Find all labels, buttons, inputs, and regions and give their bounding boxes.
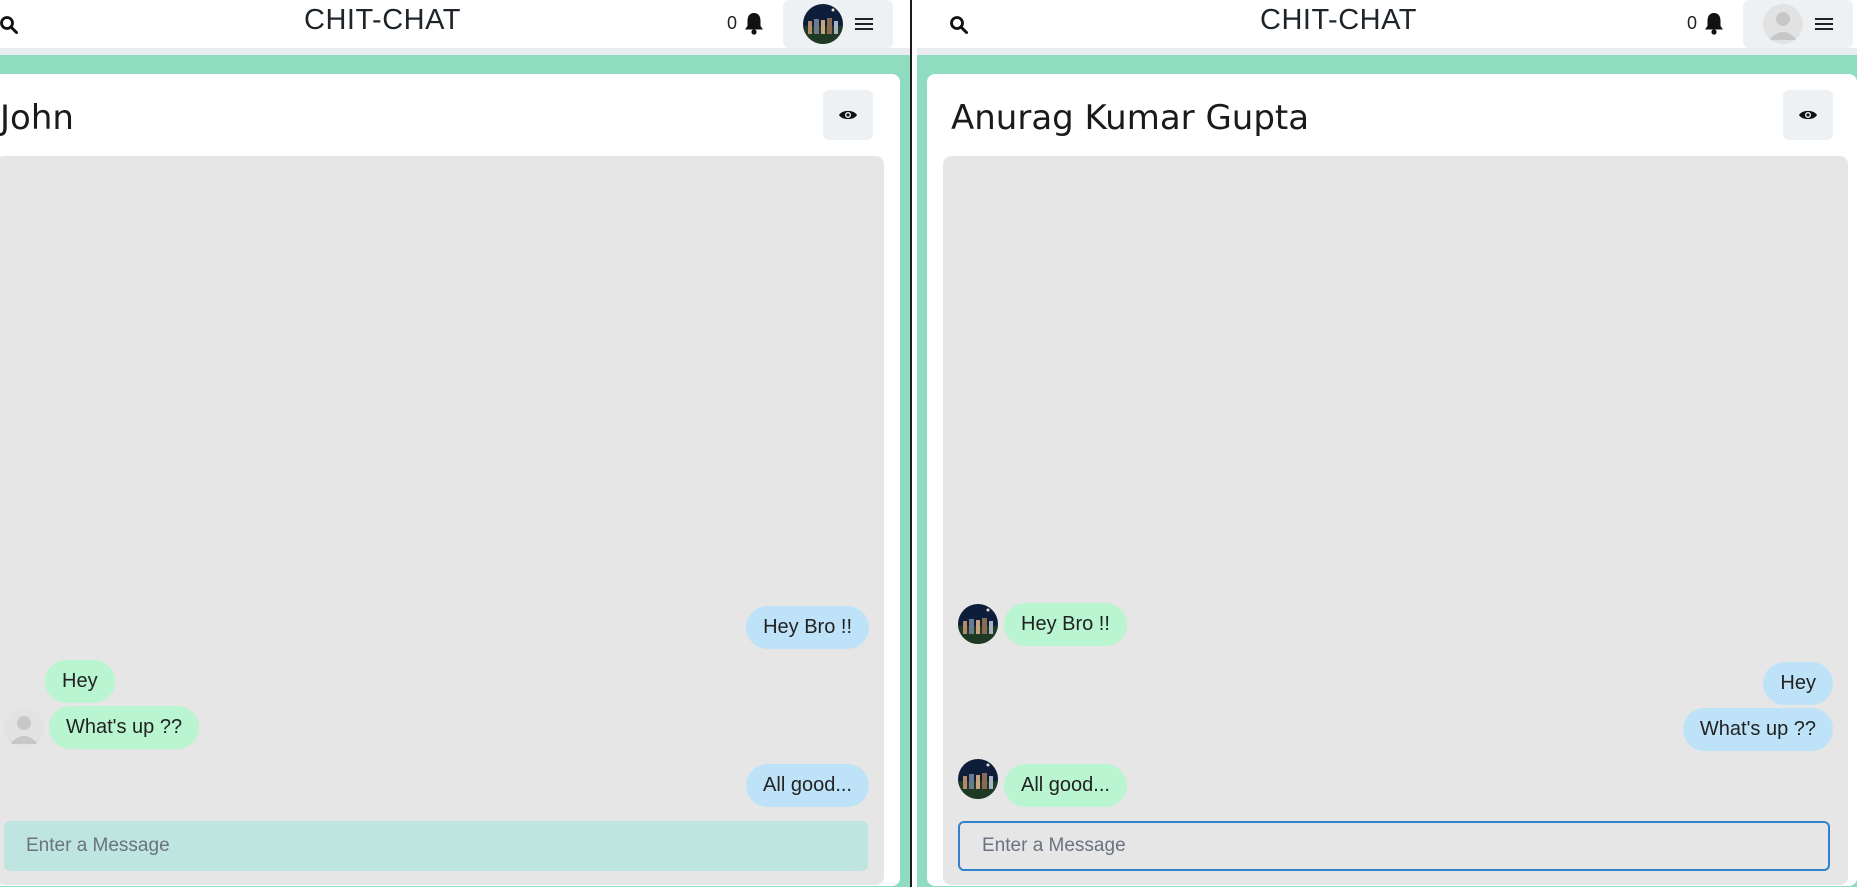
default-user-avatar [4,708,44,748]
message-bubble: What's up ?? [1682,708,1833,751]
top-navbar: CHIT-CHAT 0 [917,0,1857,55]
hamburger-icon [1815,18,1833,30]
message-input[interactable]: Enter a Message [958,821,1830,871]
message-bubble: Hey [1763,662,1833,705]
notification-button[interactable]: 0 [727,8,765,38]
right-chat-window: CHIT-CHAT 0 Anurag Kumar Gupta Hey Bro !… [917,0,1857,887]
view-profile-button[interactable] [1783,90,1833,140]
message-list: Hey Bro !! Hey What's up ?? All good... … [0,156,884,885]
app-title: CHIT-CHAT [1260,4,1418,36]
user-photo-avatar [958,759,998,799]
chat-title: Anurag Kumar Gupta [951,98,1310,138]
profile-menu-button[interactable] [783,0,893,48]
bell-icon [1705,13,1724,35]
bell-icon [745,13,764,35]
eye-icon [839,110,857,120]
message-bubble: Hey Bro !! [746,606,869,649]
app-title: CHIT-CHAT [304,4,462,36]
user-photo-avatar [803,4,843,44]
search-icon [0,16,18,34]
hamburger-icon [855,18,873,30]
search-icon [950,16,968,34]
notification-button[interactable]: 0 [1687,8,1725,38]
chat-card: Anurag Kumar Gupta Hey Bro !! Hey What's… [927,74,1857,886]
chat-card: John Hey Bro !! Hey What's up ?? All goo… [0,74,900,886]
message-input[interactable]: Enter a Message [4,821,868,871]
profile-menu-button[interactable] [1743,0,1853,48]
eye-icon [1799,110,1817,120]
notification-count: 0 [1687,12,1698,33]
message-bubble: What's up ?? [49,706,200,749]
message-bubble: All good... [1004,764,1127,807]
top-navbar: CHIT-CHAT 0 [0,0,910,55]
message-bubble: Hey Bro !! [1004,603,1127,646]
message-list: Hey Bro !! Hey What's up ?? All good... … [943,156,1848,885]
search-button[interactable] [944,10,974,40]
search-button[interactable] [0,10,24,40]
view-profile-button[interactable] [823,90,873,140]
user-photo-avatar [958,604,998,644]
default-user-avatar [1763,4,1803,44]
notification-count: 0 [727,12,738,33]
message-bubble: All good... [746,764,869,807]
message-bubble: Hey [45,660,115,703]
left-chat-window: CHIT-CHAT 0 John Hey Bro !! Hey What's u… [0,0,910,887]
chat-title: John [0,98,74,138]
window-divider [910,0,917,887]
